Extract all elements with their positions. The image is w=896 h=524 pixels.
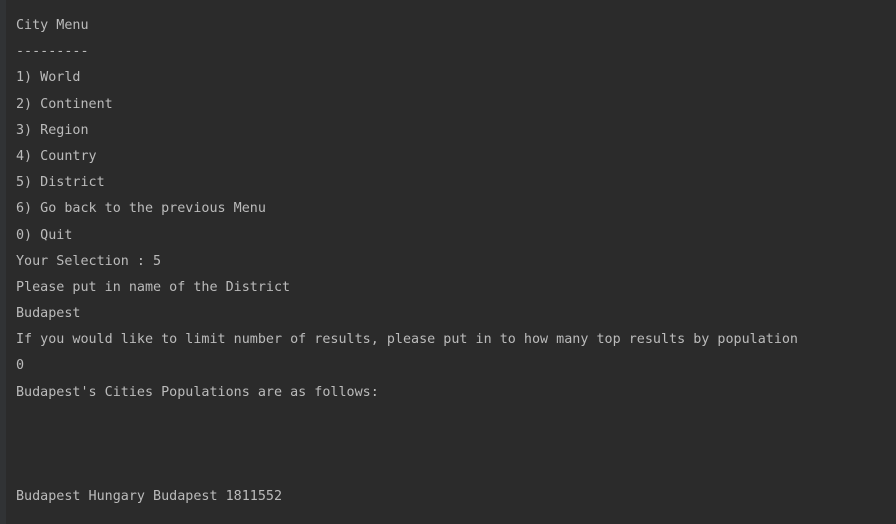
menu-option-district: 5) District (16, 175, 105, 191)
menu-option-go-back: 6) Go back to the previous Menu (16, 201, 266, 217)
results-heading: Budapest's Cities Populations are as fol… (16, 384, 379, 400)
menu-option-quit: 0) Quit (16, 227, 73, 243)
menu-option-country: 4) Country (16, 148, 97, 164)
limit-input-echo: 0 (16, 358, 25, 374)
menu-option-world: 1) World (16, 70, 81, 86)
left-gutter (0, 0, 6, 524)
menu-option-region: 3) Region (16, 122, 89, 138)
district-input-echo: Budapest (16, 306, 81, 322)
menu-divider: --------- (16, 44, 89, 60)
console-output[interactable]: City Menu --------- 1) World 2) Continen… (16, 13, 888, 511)
menu-title: City Menu (16, 18, 89, 33)
menu-option-continent: 2) Continent (16, 96, 113, 112)
result-row: Budapest Hungary Budapest 1811552 (16, 489, 283, 505)
selection-prompt: Your Selection : 5 (16, 253, 162, 269)
limit-prompt: If you would like to limit number of res… (16, 332, 798, 348)
district-prompt: Please put in name of the District (16, 279, 291, 295)
